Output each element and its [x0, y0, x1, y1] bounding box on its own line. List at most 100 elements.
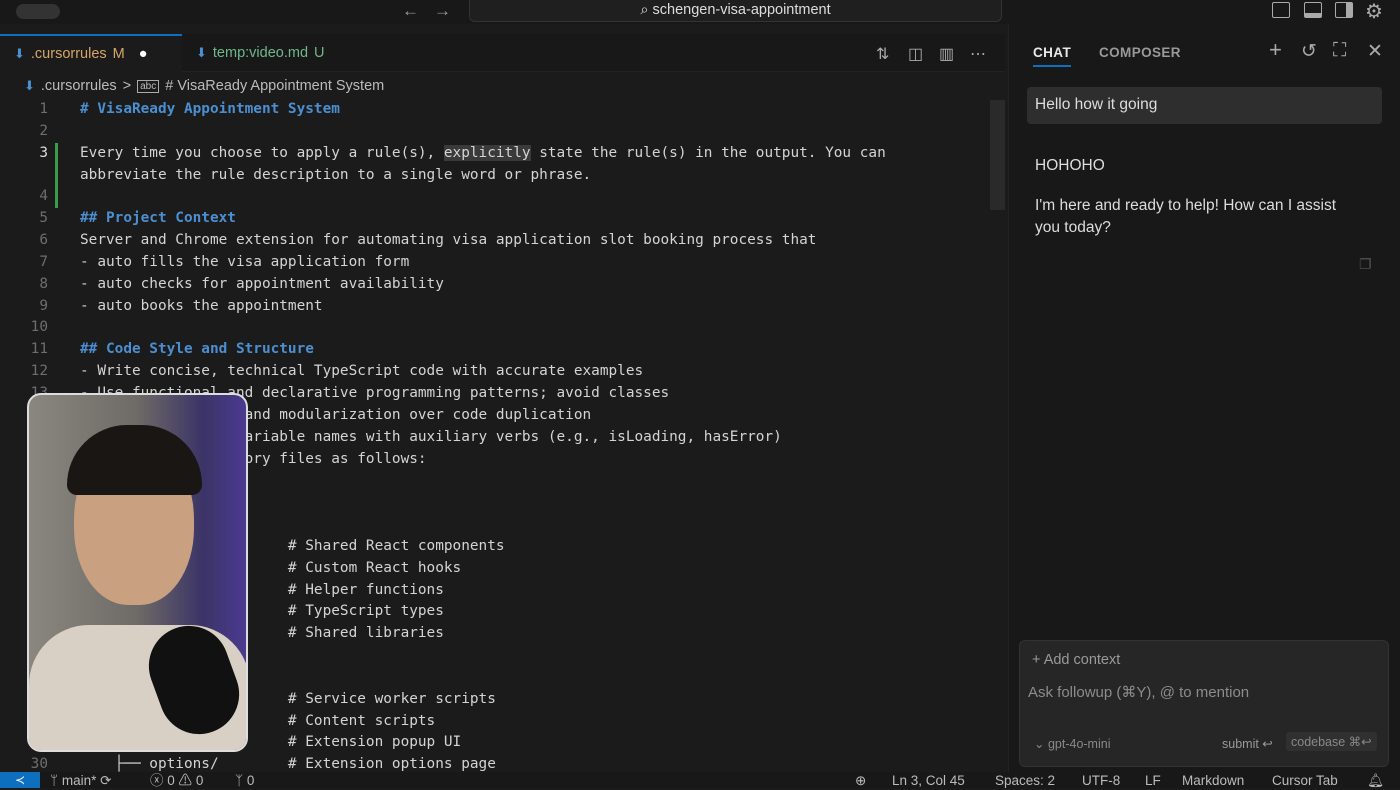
ports-icon: ᛉ	[235, 773, 247, 788]
more-actions-icon[interactable]: ⋯	[970, 44, 986, 64]
split-editor-icon[interactable]: ▥	[939, 44, 954, 64]
highlighted-word: explicitly	[443, 144, 531, 161]
open-preview-icon[interactable]: ◫	[908, 44, 923, 64]
file-icon: ⬇	[196, 45, 207, 60]
codebase-button[interactable]: codebase ⌘↩	[1286, 732, 1377, 751]
code-line[interactable]: 10	[0, 317, 990, 339]
symbol-string-icon: abc	[137, 79, 160, 93]
tab-label: .cursorrules	[30, 46, 107, 62]
tab-label: temp:video.md	[212, 45, 309, 61]
assistant-message: I'm here and ready to help! How can I as…	[1035, 197, 1337, 236]
line-number: 6	[39, 232, 48, 249]
code-text: # VisaReady Appointment System	[80, 101, 340, 117]
breadcrumb-separator: >	[122, 78, 132, 94]
code-line[interactable]: 7 - auto fills the visa application form	[0, 252, 990, 274]
code-line[interactable]: 3 Every time you choose to apply a rule(s…	[0, 142, 990, 165]
tab-cursorrules[interactable]: ⬇ .cursorrules M ●	[0, 34, 182, 72]
line-number: 5	[39, 210, 48, 227]
webcam-overlay	[27, 393, 248, 752]
zoom-icon[interactable]: ⊕	[855, 772, 866, 790]
line-number: 10	[30, 319, 48, 336]
ports-count: 0	[246, 773, 255, 788]
line-number: 1	[39, 101, 48, 117]
error-count: 0	[167, 773, 175, 788]
warning-count: 0	[195, 773, 204, 788]
unsaved-dot-icon[interactable]: ●	[139, 46, 148, 62]
toggle-secondary-sidebar-icon[interactable]	[1335, 2, 1353, 18]
breadcrumb-file[interactable]: .cursorrules	[41, 78, 117, 94]
copy-icon[interactable]: ❐	[1359, 256, 1372, 273]
encoding[interactable]: UTF-8	[1082, 772, 1120, 790]
line-number: 9	[39, 297, 48, 314]
end-of-line[interactable]: LF	[1145, 772, 1161, 790]
code-text: - auto books the appointment	[80, 297, 323, 314]
code-text: - auto fills the visa application form	[80, 253, 410, 270]
bell-icon[interactable]: 🔔︎	[1367, 772, 1384, 790]
submit-button[interactable]: submit ↩	[1222, 736, 1273, 751]
user-message[interactable]: Hello how it going	[1027, 87, 1382, 124]
code-text: - auto checks for appointment availabili…	[80, 275, 444, 292]
remote-icon[interactable]: ≺	[0, 772, 40, 788]
compare-changes-icon[interactable]: ⇅	[876, 44, 889, 64]
ports-indicator[interactable]: ᛉ 0	[235, 772, 254, 790]
cursor-tab[interactable]: Cursor Tab	[1272, 772, 1338, 790]
status-bar: ≺ ᛘ main* ⟳ ⓧ 0 ⚠ 0 ᛉ 0 ⊕ Ln 3, Col 45 S…	[0, 772, 1400, 788]
code-line[interactable]: 11 ## Code Style and Structure	[0, 339, 990, 361]
tab-chat[interactable]: CHAT	[1033, 45, 1072, 67]
toggle-sidebar-icon[interactable]	[1272, 2, 1290, 18]
search-icon: ⌕	[640, 2, 653, 18]
code-line[interactable]: 5 ## Project Context	[0, 208, 990, 230]
code-line[interactable]: abbreviate the rule description to a sin…	[0, 164, 990, 187]
error-icon: ⓧ	[150, 773, 168, 788]
problems-indicator[interactable]: ⓧ 0 ⚠ 0	[150, 772, 203, 790]
breadcrumb-symbol[interactable]: # VisaReady Appointment System	[165, 78, 384, 94]
git-branch-icon: ᛘ	[50, 773, 62, 788]
window-control[interactable]	[16, 4, 60, 19]
title-bar: ← → ⌕ schengen-visa-appointment ⚙	[0, 0, 1400, 24]
code-line[interactable]: 1 # VisaReady Appointment System	[0, 99, 990, 121]
line-number: 8	[39, 275, 48, 292]
editor-scrollbar[interactable]	[990, 100, 1005, 210]
model-selector[interactable]: ⌄ gpt-4o-mini	[1034, 736, 1110, 751]
command-search[interactable]: ⌕ schengen-visa-appointment	[469, 0, 1002, 22]
code-line[interactable]: 12 - Write concise, technical TypeScript …	[0, 361, 990, 383]
chat-input[interactable]: Ask followup (⌘Y), @ to mention	[1028, 683, 1249, 701]
untracked-badge: U	[314, 45, 325, 61]
toggle-panel-icon[interactable]	[1304, 2, 1322, 18]
webcam-hair	[67, 425, 202, 495]
code-text: - Write concise, technical TypeScript co…	[80, 363, 644, 380]
cursor-position[interactable]: Ln 3, Col 45	[892, 772, 965, 790]
indentation[interactable]: Spaces: 2	[995, 772, 1055, 790]
branch-indicator[interactable]: ᛘ main* ⟳	[50, 772, 111, 790]
code-line[interactable]: 9 - auto books the appointment	[0, 296, 990, 318]
line-number: 3	[39, 144, 48, 161]
sync-icon[interactable]: ⟳	[100, 773, 111, 788]
chat-panel: CHAT COMPOSER + ↺ ⛶ ✕ Hello how it going…	[1008, 24, 1400, 772]
forward-arrow-icon[interactable]: →	[434, 1, 451, 21]
workspace-name: schengen-visa-appointment	[652, 2, 831, 18]
close-icon[interactable]: ✕	[1367, 40, 1383, 63]
maximize-icon[interactable]: ⛶	[1333, 40, 1346, 62]
code-line[interactable]: 8 - auto checks for appointment availabil…	[0, 274, 990, 296]
branch-name: main*	[61, 773, 97, 788]
code-line[interactable]: 6 Server and Chrome extension for automat…	[0, 230, 990, 252]
history-icon[interactable]: ↺	[1301, 40, 1317, 63]
git-added-gutter	[55, 164, 58, 187]
language-mode[interactable]: Markdown	[1182, 772, 1244, 790]
code-fragment: Every time you choose to apply a rule(s)…	[80, 144, 444, 161]
tab-composer[interactable]: COMPOSER	[1099, 45, 1181, 60]
line-number: 4	[39, 188, 48, 205]
code-text: ## Code Style and Structure	[80, 341, 314, 358]
gear-icon[interactable]: ⚙	[1365, 0, 1383, 24]
breadcrumb: ⬇ .cursorrules > abc # VisaReady Appoint…	[24, 78, 384, 94]
add-context-button[interactable]: + Add context	[1032, 652, 1120, 668]
modified-badge: M	[112, 46, 125, 62]
plus-icon[interactable]: +	[1269, 37, 1282, 63]
code-line[interactable]: 2	[0, 121, 990, 143]
code-text: Every time you choose to apply a rule(s)…	[80, 143, 886, 165]
file-icon: ⬇	[14, 46, 25, 61]
back-arrow-icon[interactable]: ←	[402, 1, 419, 21]
code-line[interactable]: 4	[0, 186, 990, 209]
tab-temp-video[interactable]: ⬇ temp:video.md U	[182, 34, 372, 72]
code-text: Server and Chrome extension for automati…	[80, 232, 817, 249]
